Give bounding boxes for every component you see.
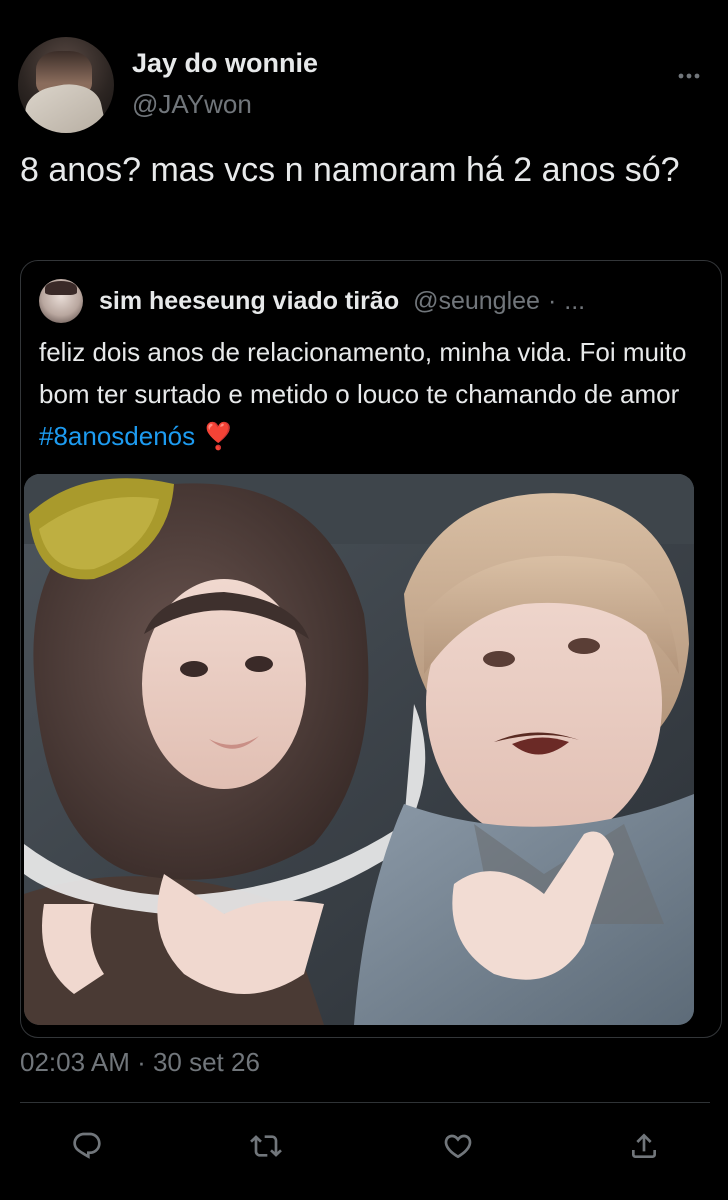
avatar-mask [21,77,107,133]
quoted-header-ellipsis: ... [564,286,586,315]
like-button[interactable] [438,1126,478,1166]
tweet-timestamp[interactable]: 02:03 AM · 30 set 26 [20,1045,260,1079]
heart-icon [444,1134,472,1159]
author-handle[interactable]: @JAYwon [132,84,318,124]
reply-button[interactable] [67,1126,107,1166]
share-button[interactable] [624,1126,664,1166]
heart-exclamation-emoji: ❣️ [202,421,235,451]
quoted-tweet-photo[interactable] [24,474,694,1025]
author-names: Jay do wonnie @JAYwon [132,46,318,124]
hashtag-link[interactable]: #8anosdenós [39,421,195,451]
quoted-author-avatar[interactable] [39,279,83,323]
tweet-action-bar [0,1126,728,1166]
quoted-tweet-text: feliz dois anos de relacionamento, minha… [39,331,699,457]
author-display-name[interactable]: Jay do wonnie [132,46,318,80]
share-icon [632,1133,656,1158]
quoted-author-handle: @seunglee [413,286,540,315]
tweet-text: 8 anos? mas vcs n namoram há 2 anos só? [20,151,680,189]
retweet-button[interactable] [246,1126,286,1166]
tweet-header: Jay do wonnie @JAYwon [18,37,318,133]
quoted-tweet[interactable]: sim heeseung viado tirão @seunglee · ...… [20,260,722,1038]
quoted-author-display-name: sim heeseung viado tirão [99,286,400,315]
more-options-icon[interactable] [678,60,700,86]
author-avatar[interactable] [18,37,114,133]
tweet-page: Jay do wonnie @JAYwon 8 anos? mas vcs n … [0,0,728,1200]
more-horizontal-icon [678,73,700,79]
quoted-tweet-body: feliz dois anos de relacionamento, minha… [39,337,687,409]
reply-icon [73,1132,101,1159]
retweet-icon [250,1135,282,1157]
quoted-tweet-header: sim heeseung viado tirão @seunglee · ... [39,279,585,323]
quoted-header-separator: · [547,286,557,315]
photo-illustration [24,474,694,1025]
action-bar-divider [20,1102,710,1103]
